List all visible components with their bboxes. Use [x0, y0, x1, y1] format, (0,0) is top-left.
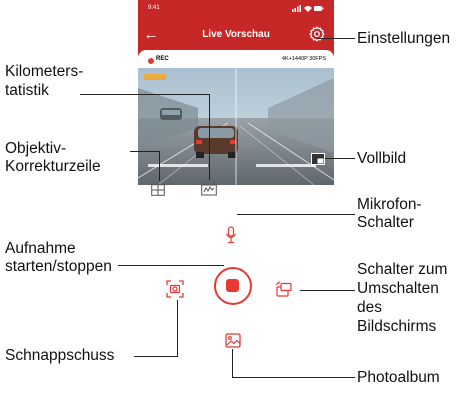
- callout-switch-1: Schalter zum: [357, 261, 448, 278]
- callout-lens-2: Korrekturzeile: [5, 158, 101, 175]
- callout-fullscreen: Vollbild: [357, 150, 407, 167]
- callout-switch-3: des: [357, 299, 382, 316]
- snapshot-leader-line-v: [177, 300, 178, 357]
- phone-screen: 9:41 ← Live Vorschau REC 4K+1440P 30FPS: [138, 0, 334, 407]
- callout-record-1: Aufnahme: [5, 240, 76, 257]
- settings-leader-line: [317, 38, 355, 39]
- callout-lens-1: Objektiv-: [5, 140, 67, 157]
- callout-switch-2: Umschalten: [357, 280, 439, 297]
- fullscreen-leader-line: [325, 158, 355, 159]
- switch-screen-icon[interactable]: [275, 281, 293, 299]
- callout-snapshot: Schnappschuss: [5, 347, 115, 364]
- callout-km-stats-2: tatistik: [5, 82, 49, 99]
- rec-label: REC: [156, 56, 169, 62]
- camera-icon[interactable]: [166, 280, 184, 298]
- status-icons: [292, 5, 324, 12]
- callout-mic-2: Schalter: [357, 214, 414, 231]
- km-leader-line-h: [80, 94, 210, 95]
- lens-leader-line-v: [159, 151, 160, 181]
- video-card: REC 4K+1440P 30FPS: [138, 50, 334, 185]
- switch-leader-line: [300, 290, 355, 291]
- resolution-label: 4K+1440P 30FPS: [281, 56, 326, 62]
- record-button[interactable]: [214, 267, 252, 305]
- screen-title: Live Vorschau: [202, 29, 270, 40]
- km-leader-line-v: [209, 94, 210, 180]
- callout-record-2: starten/stoppen: [5, 258, 112, 275]
- status-time: 9:41: [148, 5, 160, 11]
- album-leader-line-h: [232, 377, 355, 378]
- fullscreen-icon[interactable]: [311, 153, 325, 165]
- callout-settings: Einstellungen: [357, 30, 451, 47]
- live-video-preview[interactable]: [138, 68, 334, 185]
- microphone-icon[interactable]: [225, 226, 237, 244]
- callout-switch-4: Bildschirms: [357, 318, 437, 335]
- callout-km-stats-1: Kilometers-: [5, 63, 84, 80]
- album-leader-line-v: [232, 349, 233, 378]
- snapshot-leader-line-h: [134, 356, 178, 357]
- photo-album-icon[interactable]: [225, 333, 241, 348]
- gear-icon[interactable]: [309, 26, 325, 42]
- record-icon: [226, 279, 239, 292]
- odometer-icon[interactable]: [201, 182, 217, 196]
- rec-indicator: [148, 58, 154, 64]
- lens-leader-line-h: [130, 151, 159, 152]
- back-arrow-icon[interactable]: ←: [142, 26, 160, 44]
- callout-album: Photoalbum: [357, 369, 440, 386]
- mic-leader-line: [237, 214, 355, 215]
- callout-mic-1: Mikrofon-: [357, 196, 422, 213]
- record-leader-line: [118, 265, 224, 266]
- grid-icon[interactable]: [151, 184, 165, 196]
